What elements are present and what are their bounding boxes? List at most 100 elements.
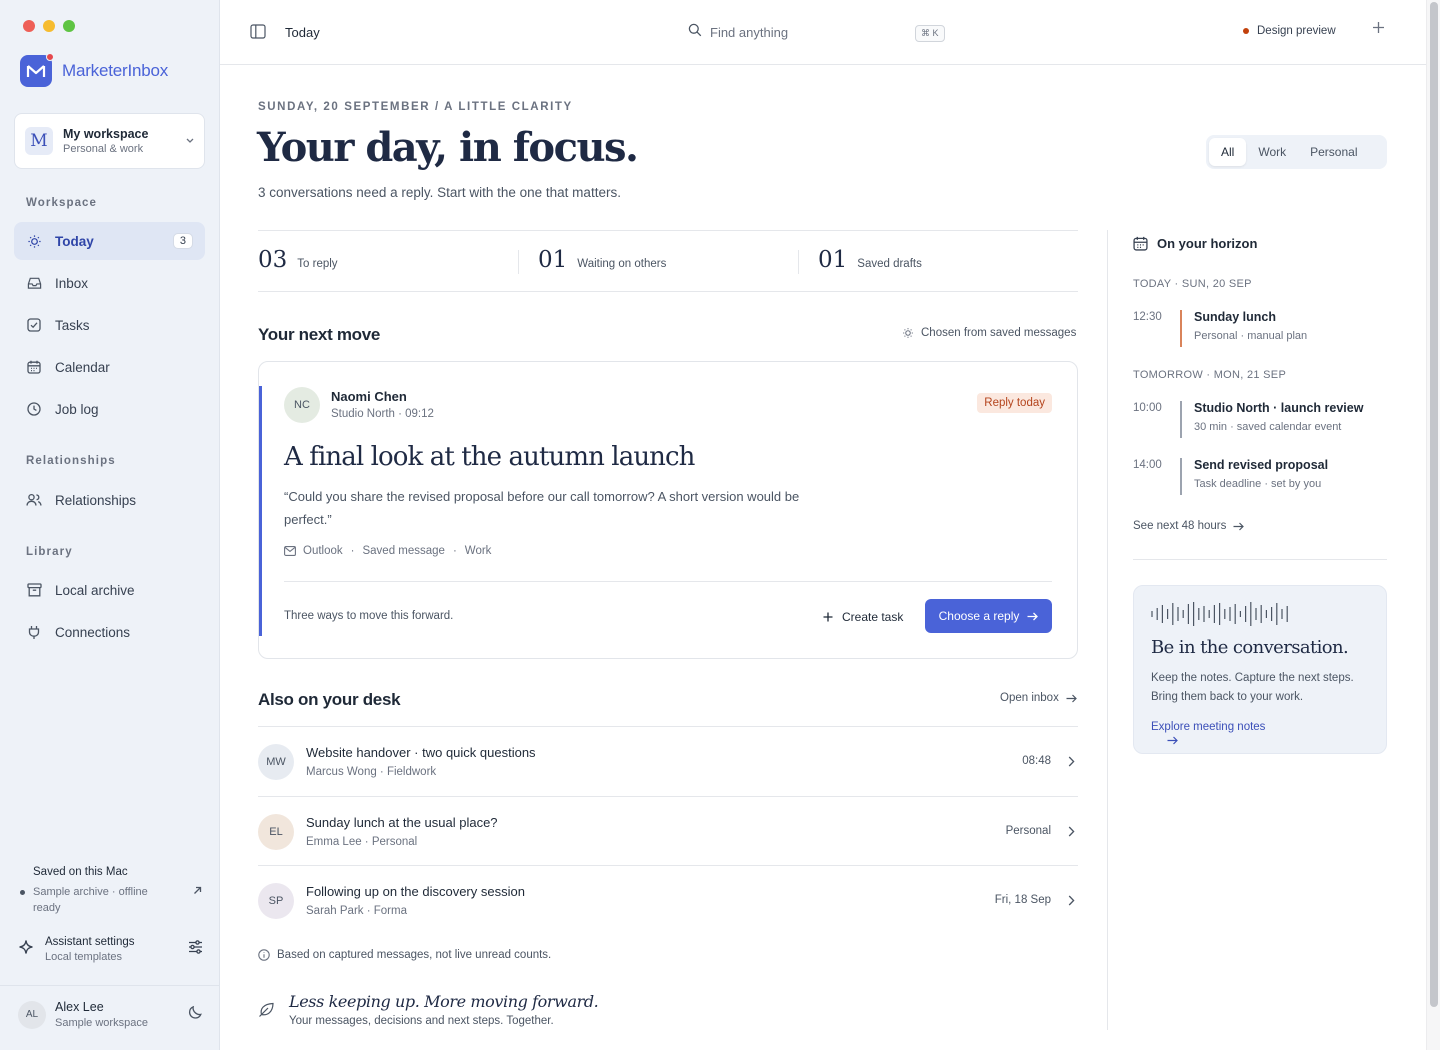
list-item[interactable]: SP Following up on the discovery session…: [258, 866, 1078, 936]
event-bar: [1180, 458, 1182, 495]
desk-list: MW Website handover · two quick question…: [258, 726, 1078, 936]
list-item[interactable]: EL Sunday lunch at the usual place? Emma…: [258, 797, 1078, 867]
stat-waiting[interactable]: 01 Waiting on others: [518, 231, 798, 291]
plug-icon: [26, 624, 42, 640]
archive-icon: [26, 582, 42, 598]
item-meta: Fri, 18 Sep: [994, 894, 1051, 907]
item-meta: Personal: [1005, 824, 1051, 837]
workspace-name: My workspace: [63, 127, 149, 141]
sidebar-item-label: Job log: [55, 401, 99, 417]
choose-reply-button[interactable]: Choose a reply: [925, 599, 1052, 633]
sidebar: MarketerInbox M My workspace Personal & …: [0, 0, 220, 1050]
sidebar-item-today[interactable]: Today 3: [14, 222, 205, 260]
people-icon: [26, 492, 42, 508]
brand[interactable]: MarketerInbox: [20, 53, 168, 87]
workspace-avatar: M: [25, 127, 53, 155]
sender-name: Naomi Chen: [331, 389, 407, 404]
meeting-notes-promo: Be in the conversation. Keep the notes. …: [1133, 585, 1387, 754]
tagline: Less keeping up. More moving forward. Yo…: [258, 992, 599, 1027]
mail-icon: [284, 546, 296, 556]
filter-work[interactable]: Work: [1246, 138, 1298, 166]
calendar-icon: [1133, 236, 1148, 251]
user-name: Alex Lee: [55, 1000, 104, 1014]
sidebar-item-label: Connections: [55, 624, 131, 640]
sender-org: Studio North · 09:12: [331, 408, 434, 420]
sidebar-item-relationships[interactable]: Relationships: [14, 481, 205, 519]
arrow-right-icon: [1027, 612, 1039, 621]
assistant-settings[interactable]: Assistant settings Local templates: [18, 936, 203, 963]
info-icon: [258, 949, 270, 961]
design-preview-label: Design preview: [1257, 25, 1336, 37]
design-preview-status[interactable]: Design preview: [1243, 25, 1336, 37]
search-icon: [688, 23, 702, 42]
sidebar-item-label: Calendar: [55, 359, 110, 375]
assistant-title: Assistant settings: [45, 936, 135, 948]
stat-label: Saved drafts: [857, 258, 922, 270]
next-move-source: Chosen from saved messages: [902, 327, 1076, 339]
filter-personal[interactable]: Personal: [1298, 138, 1369, 166]
avatar: SP: [258, 883, 294, 920]
stat-drafts[interactable]: 01 Saved drafts: [798, 231, 1078, 291]
status-dot: [1243, 28, 1249, 34]
sidebar-item-connections[interactable]: Connections: [14, 613, 205, 651]
next-move-card[interactable]: NC Naomi Chen Studio North · 09:12 Reply…: [258, 361, 1078, 659]
see-more-label: See next 48 hours: [1133, 520, 1227, 532]
promo-title: Be in the conversation.: [1151, 637, 1349, 658]
create-task-button[interactable]: Create task: [823, 610, 903, 624]
user-profile[interactable]: AL Alex Lee Sample workspace: [18, 1000, 203, 1029]
filter-all[interactable]: All: [1209, 138, 1247, 166]
avatar: EL: [258, 813, 294, 850]
plus-icon: [823, 612, 833, 622]
item-from: Marcus Wong · Fieldwork: [306, 766, 437, 778]
sun-icon: [902, 327, 914, 339]
sidebar-item-label: Today: [55, 233, 94, 249]
stat-label: Waiting on others: [577, 258, 667, 270]
scrollbar-thumb[interactable]: [1430, 2, 1438, 1007]
sidebar-toggle-icon[interactable]: [250, 24, 266, 44]
headline: Your day, in focus.: [257, 124, 639, 171]
local-storage-status[interactable]: Saved on this Mac Sample archive · offli…: [20, 866, 205, 916]
search-input[interactable]: Find anything: [688, 23, 788, 42]
maximize-window-button[interactable]: [63, 20, 75, 32]
sliders-icon[interactable]: [188, 940, 203, 959]
workspace-switcher[interactable]: M My workspace Personal & work: [14, 113, 205, 169]
moon-icon[interactable]: [188, 1005, 203, 1025]
see-next-48-hours-link[interactable]: See next 48 hours: [1133, 520, 1245, 532]
sidebar-item-job-log[interactable]: Job log: [14, 390, 205, 428]
meta-category: Work: [464, 545, 492, 557]
event-title: Send revised proposal: [1194, 458, 1329, 472]
waveform-icon: [1151, 602, 1288, 626]
sidebar-item-label: Relationships: [55, 492, 137, 508]
sidebar-item-calendar[interactable]: Calendar: [14, 348, 205, 386]
event-subtitle: 30 min · saved calendar event: [1194, 421, 1342, 433]
sidebar-item-tasks[interactable]: Tasks: [14, 306, 205, 344]
scrollbar[interactable]: [1426, 0, 1440, 1050]
tagline-subtitle: Your messages, decisions and next steps.…: [289, 1015, 554, 1027]
list-item[interactable]: MW Website handover · two quick question…: [258, 727, 1078, 797]
arrow-up-right-icon[interactable]: [193, 886, 202, 898]
explore-meeting-notes-link[interactable]: Explore meeting notes: [1151, 721, 1272, 745]
item-subject: Website handover · two quick questions: [306, 745, 536, 760]
actions-hint: Three ways to move this forward.: [284, 610, 454, 622]
nav-section-workspace: Workspace: [26, 197, 98, 209]
event-subtitle: Task deadline · set by you: [1194, 478, 1322, 490]
plus-icon[interactable]: [1372, 18, 1385, 40]
chevron-right-icon: [1068, 893, 1075, 911]
open-inbox-link[interactable]: Open inbox: [1000, 692, 1077, 704]
sidebar-item-local-archive[interactable]: Local archive: [14, 571, 205, 609]
user-subtitle: Sample workspace: [55, 1017, 148, 1029]
search-placeholder: Find anything: [710, 25, 789, 40]
create-task-label: Create task: [842, 610, 904, 624]
assistant-subtitle: Local templates: [45, 951, 123, 963]
divider: [1133, 559, 1387, 560]
horizon-day-label: TODAY · SUN, 20 SEP: [1133, 278, 1252, 290]
minimize-window-button[interactable]: [43, 20, 55, 32]
counts-note: Based on captured messages, not live unr…: [258, 949, 551, 961]
close-window-button[interactable]: [23, 20, 35, 32]
sidebar-item-label: Tasks: [55, 317, 90, 333]
choose-reply-label: Choose a reply: [938, 609, 1020, 623]
status-dot: [20, 890, 25, 895]
event-time: 12:30: [1133, 311, 1162, 323]
sidebar-item-inbox[interactable]: Inbox: [14, 264, 205, 302]
stat-to-reply[interactable]: 03 To reply: [258, 231, 518, 291]
